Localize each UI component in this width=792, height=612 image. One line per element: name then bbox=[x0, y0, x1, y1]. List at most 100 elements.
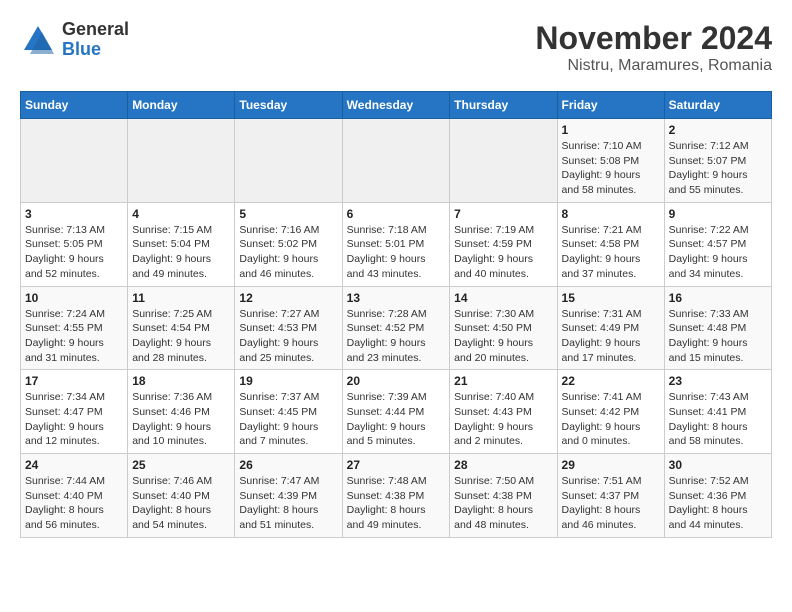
calendar-cell: 28 Sunrise: 7:50 AM Sunset: 4:38 PM Dayli… bbox=[450, 454, 557, 538]
calendar-cell: 25 Sunrise: 7:46 AM Sunset: 4:40 PM Dayli… bbox=[128, 454, 235, 538]
header-thursday: Thursday bbox=[450, 92, 557, 119]
day-number: 4 bbox=[132, 207, 230, 221]
calendar-cell: 19 Sunrise: 7:37 AM Sunset: 4:45 PM Dayli… bbox=[235, 370, 342, 454]
day-number: 25 bbox=[132, 458, 230, 472]
page-subtitle: Nistru, Maramures, Romania bbox=[535, 57, 772, 75]
calendar-cell: 16 Sunrise: 7:33 AM Sunset: 4:48 PM Dayli… bbox=[664, 286, 771, 370]
day-info: Sunrise: 7:28 AM Sunset: 4:52 PM Dayligh… bbox=[347, 307, 446, 366]
logo-text: General Blue bbox=[62, 20, 129, 60]
day-info: Sunrise: 7:13 AM Sunset: 5:05 PM Dayligh… bbox=[25, 223, 123, 282]
day-info: Sunrise: 7:10 AM Sunset: 5:08 PM Dayligh… bbox=[562, 139, 660, 198]
day-info: Sunrise: 7:25 AM Sunset: 4:54 PM Dayligh… bbox=[132, 307, 230, 366]
day-info: Sunrise: 7:46 AM Sunset: 4:40 PM Dayligh… bbox=[132, 474, 230, 533]
calendar-cell bbox=[128, 119, 235, 203]
day-number: 20 bbox=[347, 374, 446, 388]
day-info: Sunrise: 7:30 AM Sunset: 4:50 PM Dayligh… bbox=[454, 307, 552, 366]
calendar-cell: 23 Sunrise: 7:43 AM Sunset: 4:41 PM Dayli… bbox=[664, 370, 771, 454]
calendar-cell: 29 Sunrise: 7:51 AM Sunset: 4:37 PM Dayli… bbox=[557, 454, 664, 538]
day-number: 2 bbox=[669, 123, 767, 137]
title-block: November 2024 Nistru, Maramures, Romania bbox=[535, 20, 772, 75]
day-number: 11 bbox=[132, 291, 230, 305]
calendar-cell: 18Sunrise: 7:36 AM Sunset: 4:46 PM Dayli… bbox=[128, 370, 235, 454]
day-number: 19 bbox=[239, 374, 337, 388]
day-info: Sunrise: 7:40 AM Sunset: 4:43 PM Dayligh… bbox=[454, 390, 552, 449]
calendar-cell: 6 Sunrise: 7:18 AM Sunset: 5:01 PM Daylig… bbox=[342, 202, 450, 286]
calendar-cell bbox=[235, 119, 342, 203]
day-number: 21 bbox=[454, 374, 552, 388]
day-number: 29 bbox=[562, 458, 660, 472]
calendar-cell: 24 Sunrise: 7:44 AM Sunset: 4:40 PM Dayli… bbox=[21, 454, 128, 538]
day-info: Sunrise: 7:44 AM Sunset: 4:40 PM Dayligh… bbox=[25, 474, 123, 533]
day-info: Sunrise: 7:33 AM Sunset: 4:48 PM Dayligh… bbox=[669, 307, 767, 366]
day-info: Sunrise: 7:50 AM Sunset: 4:38 PM Dayligh… bbox=[454, 474, 552, 533]
calendar-cell: 1Sunrise: 7:10 AM Sunset: 5:08 PM Daylig… bbox=[557, 119, 664, 203]
calendar-header: SundayMondayTuesdayWednesdayThursdayFrid… bbox=[21, 92, 772, 119]
logo: General Blue bbox=[20, 20, 129, 60]
calendar-week-2: 3 Sunrise: 7:13 AM Sunset: 5:05 PM Daylig… bbox=[21, 202, 772, 286]
day-number: 12 bbox=[239, 291, 337, 305]
day-number: 16 bbox=[669, 291, 767, 305]
day-info: Sunrise: 7:21 AM Sunset: 4:58 PM Dayligh… bbox=[562, 223, 660, 282]
day-info: Sunrise: 7:47 AM Sunset: 4:39 PM Dayligh… bbox=[239, 474, 337, 533]
calendar-cell: 5Sunrise: 7:16 AM Sunset: 5:02 PM Daylig… bbox=[235, 202, 342, 286]
day-number: 15 bbox=[562, 291, 660, 305]
day-info: Sunrise: 7:27 AM Sunset: 4:53 PM Dayligh… bbox=[239, 307, 337, 366]
day-number: 24 bbox=[25, 458, 123, 472]
calendar-cell: 12 Sunrise: 7:27 AM Sunset: 4:53 PM Dayli… bbox=[235, 286, 342, 370]
calendar-cell: 14 Sunrise: 7:30 AM Sunset: 4:50 PM Dayli… bbox=[450, 286, 557, 370]
calendar-cell: 22Sunrise: 7:41 AM Sunset: 4:42 PM Dayli… bbox=[557, 370, 664, 454]
page-title: November 2024 bbox=[535, 20, 772, 57]
day-info: Sunrise: 7:15 AM Sunset: 5:04 PM Dayligh… bbox=[132, 223, 230, 282]
day-info: Sunrise: 7:19 AM Sunset: 4:59 PM Dayligh… bbox=[454, 223, 552, 282]
calendar-cell: 26 Sunrise: 7:47 AM Sunset: 4:39 PM Dayli… bbox=[235, 454, 342, 538]
day-number: 27 bbox=[347, 458, 446, 472]
calendar-week-1: 1Sunrise: 7:10 AM Sunset: 5:08 PM Daylig… bbox=[21, 119, 772, 203]
day-number: 6 bbox=[347, 207, 446, 221]
calendar-cell: 10 Sunrise: 7:24 AM Sunset: 4:55 PM Dayli… bbox=[21, 286, 128, 370]
calendar-cell: 7 Sunrise: 7:19 AM Sunset: 4:59 PM Daylig… bbox=[450, 202, 557, 286]
header-saturday: Saturday bbox=[664, 92, 771, 119]
header-friday: Friday bbox=[557, 92, 664, 119]
header-wednesday: Wednesday bbox=[342, 92, 450, 119]
calendar-cell: 20Sunrise: 7:39 AM Sunset: 4:44 PM Dayli… bbox=[342, 370, 450, 454]
calendar-cell: 13 Sunrise: 7:28 AM Sunset: 4:52 PM Dayli… bbox=[342, 286, 450, 370]
day-info: Sunrise: 7:24 AM Sunset: 4:55 PM Dayligh… bbox=[25, 307, 123, 366]
day-number: 18 bbox=[132, 374, 230, 388]
calendar-cell: 3 Sunrise: 7:13 AM Sunset: 5:05 PM Daylig… bbox=[21, 202, 128, 286]
calendar-cell: 9Sunrise: 7:22 AM Sunset: 4:57 PM Daylig… bbox=[664, 202, 771, 286]
calendar-cell: 15 Sunrise: 7:31 AM Sunset: 4:49 PM Dayli… bbox=[557, 286, 664, 370]
day-number: 8 bbox=[562, 207, 660, 221]
day-number: 3 bbox=[25, 207, 123, 221]
day-number: 14 bbox=[454, 291, 552, 305]
day-info: Sunrise: 7:48 AM Sunset: 4:38 PM Dayligh… bbox=[347, 474, 446, 533]
calendar-cell: 30Sunrise: 7:52 AM Sunset: 4:36 PM Dayli… bbox=[664, 454, 771, 538]
day-number: 23 bbox=[669, 374, 767, 388]
calendar-cell: 17Sunrise: 7:34 AM Sunset: 4:47 PM Dayli… bbox=[21, 370, 128, 454]
day-info: Sunrise: 7:43 AM Sunset: 4:41 PM Dayligh… bbox=[669, 390, 767, 449]
day-info: Sunrise: 7:12 AM Sunset: 5:07 PM Dayligh… bbox=[669, 139, 767, 198]
calendar-week-3: 10 Sunrise: 7:24 AM Sunset: 4:55 PM Dayli… bbox=[21, 286, 772, 370]
header-monday: Monday bbox=[128, 92, 235, 119]
calendar-cell: 2 Sunrise: 7:12 AM Sunset: 5:07 PM Daylig… bbox=[664, 119, 771, 203]
header-sunday: Sunday bbox=[21, 92, 128, 119]
day-number: 26 bbox=[239, 458, 337, 472]
calendar-cell: 8 Sunrise: 7:21 AM Sunset: 4:58 PM Daylig… bbox=[557, 202, 664, 286]
day-info: Sunrise: 7:18 AM Sunset: 5:01 PM Dayligh… bbox=[347, 223, 446, 282]
day-info: Sunrise: 7:22 AM Sunset: 4:57 PM Dayligh… bbox=[669, 223, 767, 282]
day-number: 28 bbox=[454, 458, 552, 472]
day-info: Sunrise: 7:52 AM Sunset: 4:36 PM Dayligh… bbox=[669, 474, 767, 533]
calendar-table: SundayMondayTuesdayWednesdayThursdayFrid… bbox=[20, 91, 772, 538]
calendar-cell: 27 Sunrise: 7:48 AM Sunset: 4:38 PM Dayli… bbox=[342, 454, 450, 538]
day-info: Sunrise: 7:16 AM Sunset: 5:02 PM Dayligh… bbox=[239, 223, 337, 282]
day-number: 7 bbox=[454, 207, 552, 221]
calendar-cell: 21 Sunrise: 7:40 AM Sunset: 4:43 PM Dayli… bbox=[450, 370, 557, 454]
calendar-cell bbox=[21, 119, 128, 203]
day-number: 22 bbox=[562, 374, 660, 388]
day-info: Sunrise: 7:34 AM Sunset: 4:47 PM Dayligh… bbox=[25, 390, 123, 449]
day-info: Sunrise: 7:37 AM Sunset: 4:45 PM Dayligh… bbox=[239, 390, 337, 449]
day-info: Sunrise: 7:31 AM Sunset: 4:49 PM Dayligh… bbox=[562, 307, 660, 366]
day-info: Sunrise: 7:51 AM Sunset: 4:37 PM Dayligh… bbox=[562, 474, 660, 533]
day-number: 10 bbox=[25, 291, 123, 305]
day-number: 13 bbox=[347, 291, 446, 305]
logo-icon bbox=[20, 22, 56, 58]
